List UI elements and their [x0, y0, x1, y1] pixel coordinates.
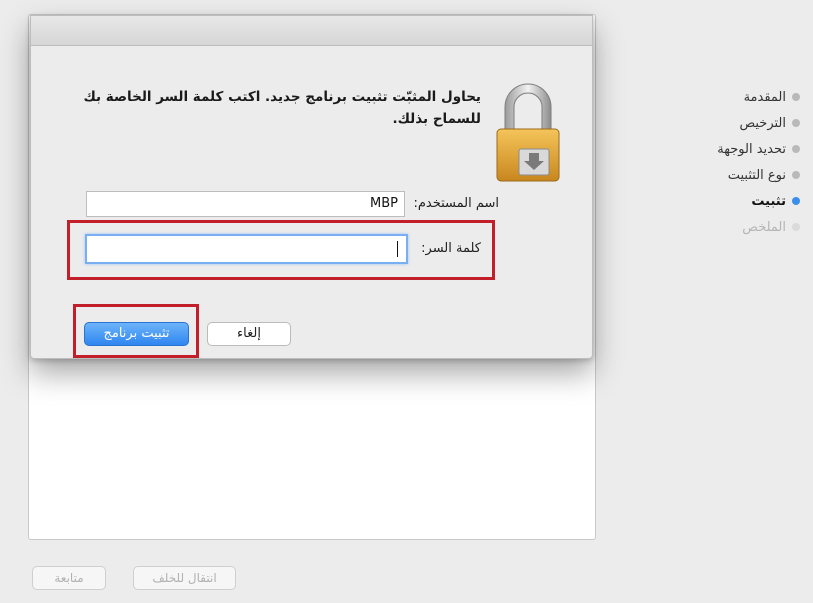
step-install: تثبيت: [640, 188, 800, 214]
step-label: الملخص: [742, 219, 786, 235]
installer-steps-sidebar: المقدمة الترخيص تحديد الوجهة نوع التثبيت…: [640, 84, 800, 240]
step-bullet-icon: [792, 197, 800, 205]
continue-button[interactable]: متابعة: [32, 566, 106, 590]
step-summary: الملخص: [640, 214, 800, 240]
step-destination: تحديد الوجهة: [640, 136, 800, 162]
step-installation-type: نوع التثبيت: [640, 162, 800, 188]
step-bullet-icon: [792, 171, 800, 179]
username-field[interactable]: MBP: [86, 191, 405, 217]
cancel-button[interactable]: إلغاء: [207, 322, 291, 346]
step-label: المقدمة: [743, 89, 786, 105]
lock-icon: [496, 83, 560, 182]
install-button-highlight-box: [73, 304, 199, 358]
step-bullet-icon: [792, 93, 800, 101]
step-label: تحديد الوجهة: [717, 141, 786, 157]
step-bullet-icon: [792, 223, 800, 231]
step-bullet-icon: [792, 145, 800, 153]
dialog-message: يحاول المثبّت تثبيت برنامج جديد. اكتب كل…: [83, 89, 481, 127]
password-highlight-box: [67, 220, 495, 280]
go-back-button[interactable]: انتقال للخلف: [133, 566, 236, 590]
step-label: تثبيت: [751, 193, 786, 209]
step-license: الترخيص: [640, 110, 800, 136]
dialog-titlebar: [31, 16, 592, 46]
authentication-dialog: يحاول المثبّت تثبيت برنامج جديد. اكتب كل…: [30, 15, 593, 359]
step-label: نوع التثبيت: [727, 167, 786, 183]
step-bullet-icon: [792, 119, 800, 127]
step-introduction: المقدمة: [640, 84, 800, 110]
username-label: اسم المستخدم:: [413, 196, 499, 211]
step-label: الترخيص: [739, 115, 786, 131]
